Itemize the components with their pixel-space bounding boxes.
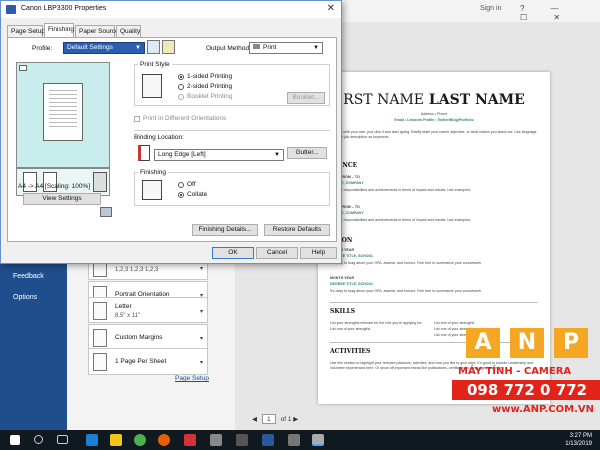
- binding-location-select[interactable]: Long Edge [Left] ▼: [154, 149, 284, 161]
- chevron-down-icon: ▾: [199, 360, 203, 366]
- app-icon[interactable]: [288, 434, 300, 446]
- word-icon[interactable]: [262, 434, 274, 446]
- one-sided-page-icon: [142, 74, 162, 98]
- pages-per-sheet-icon: [93, 353, 107, 371]
- next-page-icon[interactable]: ▶: [293, 416, 298, 423]
- profile-label: Profile:: [32, 45, 53, 52]
- stapler-icon: [93, 172, 107, 192]
- prev-page-icon[interactable]: ◀: [252, 416, 257, 423]
- chevron-down-icon: ▾: [199, 266, 203, 272]
- chevron-down-icon: ▾: [199, 336, 203, 342]
- page-number-input[interactable]: 1: [261, 414, 276, 424]
- printer-icon: [6, 5, 16, 14]
- printer-app-icon[interactable]: [312, 434, 324, 446]
- file-explorer-icon[interactable]: [110, 434, 122, 446]
- search-icon[interactable]: [34, 435, 43, 444]
- chevron-down-icon: ▼: [313, 45, 319, 51]
- page-setup-link[interactable]: Page Setup: [175, 375, 209, 382]
- two-sided-radio[interactable]: [178, 84, 184, 90]
- tab-finishing[interactable]: Finishing: [44, 23, 74, 37]
- dialog-title-bar: Canon LBP3300 Properties ✕: [1, 1, 341, 18]
- one-sided-radio[interactable]: [178, 74, 184, 80]
- settings-tool-icon[interactable]: [100, 207, 112, 217]
- close-icon[interactable]: ✕: [327, 3, 335, 14]
- output-method-label: Output Method:: [206, 45, 251, 52]
- sign-in-link[interactable]: Sign in: [480, 5, 501, 12]
- finishing-details-button[interactable]: Finishing Details...: [192, 224, 258, 236]
- printer-icon: [253, 44, 260, 49]
- window-controls[interactable]: ? — ☐ ✕: [520, 4, 600, 22]
- binding-location-label: Binding Location:: [134, 134, 184, 141]
- page-navigator: ◀ 1 of 1 ▶: [252, 414, 299, 424]
- collate-radio[interactable]: [178, 192, 184, 198]
- paper-size-icon: [93, 302, 107, 320]
- pages-per-sheet-setting[interactable]: 1 Page Per Sheet ▾: [88, 348, 208, 375]
- finishing-panel: Profile: Default Settings ▼ Output Method…: [7, 37, 337, 242]
- system-clock[interactable]: 3:27 PM 1/13/2019: [565, 432, 592, 448]
- add-profile-icon[interactable]: [147, 40, 160, 54]
- sidebar-item-feedback[interactable]: Feedback: [13, 273, 44, 280]
- help-button[interactable]: Help: [300, 247, 337, 259]
- edit-profile-icon[interactable]: [162, 40, 175, 54]
- printer-properties-dialog: Canon LBP3300 Properties ✕ Page Setup Fi…: [0, 0, 342, 264]
- firefox-icon[interactable]: [158, 434, 170, 446]
- view-settings-button[interactable]: View Settings: [23, 193, 101, 205]
- margins-setting[interactable]: Custom Margins ▾: [88, 324, 208, 351]
- finishing-label: Finishing: [138, 169, 169, 176]
- finishing-group: [134, 172, 330, 206]
- preview-caption: A4 -> A4 [Scaling: 100%]: [18, 183, 91, 190]
- layout-preview: [16, 62, 110, 168]
- start-windows-icon[interactable]: [10, 435, 20, 445]
- chevron-down-icon: ▼: [274, 152, 280, 158]
- tab-quality[interactable]: Quality: [116, 25, 141, 37]
- tab-paper-source[interactable]: Paper Source: [75, 25, 119, 37]
- sidebar-item-options[interactable]: Options: [13, 294, 37, 301]
- anp-watermark-logo: A N P MÁY TÍNH - CAMERA 098 772 0 772 ww…: [452, 328, 600, 430]
- edge-browser-icon[interactable]: [86, 434, 98, 446]
- app-icon[interactable]: [210, 434, 222, 446]
- collate-pages-icon: [142, 180, 162, 200]
- profile-select[interactable]: Default Settings ▼: [63, 42, 145, 54]
- booklet-button[interactable]: Booklet...: [287, 92, 325, 104]
- ok-button[interactable]: OK: [212, 247, 254, 259]
- camera-app-icon[interactable]: [236, 434, 248, 446]
- resume-name: RST NAME LAST NAME: [343, 92, 525, 108]
- preview-page: [43, 83, 83, 141]
- binding-edge-icon: [138, 145, 150, 161]
- gutter-button[interactable]: Gutter...: [287, 147, 327, 159]
- paper-size-setting[interactable]: Letter 8.5" x 11" ▾: [88, 297, 208, 323]
- tab-page-setup[interactable]: Page Setup: [7, 25, 45, 37]
- chevron-down-icon: ▼: [135, 45, 141, 51]
- output-method-select[interactable]: Print ▼: [249, 42, 323, 54]
- restore-defaults-button[interactable]: Restore Defaults: [264, 224, 330, 236]
- booklet-radio[interactable]: [178, 94, 184, 100]
- different-orientations-checkbox[interactable]: [134, 116, 140, 122]
- chevron-down-icon: ▾: [199, 309, 203, 315]
- margins-icon: [93, 329, 107, 347]
- preview-toggle-icon[interactable]: [19, 65, 27, 71]
- app-icon[interactable]: [184, 434, 196, 446]
- chrome-icon[interactable]: [134, 434, 146, 446]
- finishing-icons-strip: [16, 168, 110, 196]
- dialog-title: Canon LBP3300 Properties: [21, 5, 107, 12]
- task-view-icon[interactable]: [57, 435, 68, 444]
- finishing-off-radio[interactable]: [178, 182, 184, 188]
- print-style-label: Print Style: [138, 61, 172, 68]
- windows-taskbar: 3:27 PM 1/13/2019: [0, 430, 600, 450]
- cancel-button[interactable]: Cancel: [256, 247, 298, 259]
